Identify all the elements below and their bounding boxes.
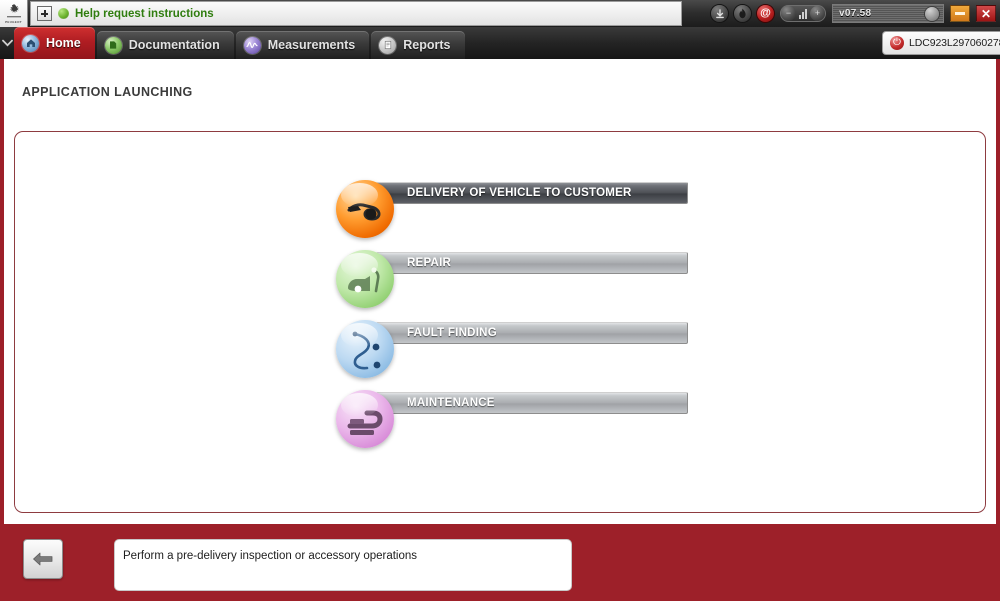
content-area: APPLICATION LAUNCHING DELIVERY OF VEHICL… <box>0 59 1000 524</box>
brand-caption: PEUGEOT <box>5 20 22 24</box>
menu-item-label: DELIVERY OF VEHICLE TO CUSTOMER <box>407 187 632 199</box>
volume-level-indicator <box>797 8 809 19</box>
version-gauge-icon <box>925 7 939 21</box>
menu-item-fault-finding[interactable]: FAULT FINDING <box>336 314 696 384</box>
document-icon <box>104 36 122 54</box>
menu-item-delivery-of-vehicle-to-customer[interactable]: DELIVERY OF VEHICLE TO CUSTOMER <box>336 174 696 244</box>
version-indicator: v07.58 <box>832 4 944 23</box>
vehicle-delivery-icon[interactable] <box>336 180 394 238</box>
minimize-button[interactable] <box>950 5 970 22</box>
menu-item-repair[interactable]: REPAIR <box>336 244 696 314</box>
menu-item-bar[interactable]: FAULT FINDING <box>376 322 688 344</box>
tab-label: Documentation <box>128 38 220 52</box>
download-icon[interactable] <box>711 5 728 22</box>
tab-home[interactable]: Home <box>14 27 95 59</box>
menu-item-label: MAINTENANCE <box>407 397 495 409</box>
power-icon[interactable]: ⏻ <box>890 36 904 50</box>
tab-label: Home <box>46 36 81 50</box>
tab-bar: Home Documentation Measurements Reports … <box>0 27 1000 59</box>
help-request-label: Help request instructions <box>75 7 214 20</box>
report-icon <box>379 36 397 54</box>
vin-label: LDC923L2970602787 <box>909 37 1000 49</box>
application-menu-list: DELIVERY OF VEHICLE TO CUSTOMER REPAIR F… <box>336 174 696 454</box>
tab-label: Reports <box>403 38 451 52</box>
tab-label: Measurements <box>267 38 356 52</box>
plus-box-icon[interactable] <box>37 6 52 21</box>
help-request-strip[interactable]: Help request instructions <box>30 1 682 26</box>
message-box: Perform a pre-delivery inspection or acc… <box>114 539 572 591</box>
menu-item-label: FAULT FINDING <box>407 327 497 339</box>
application-launch-panel: DELIVERY OF VEHICLE TO CUSTOMER REPAIR F… <box>14 131 986 513</box>
volume-up-button[interactable]: + <box>810 6 825 21</box>
menu-item-bar[interactable]: MAINTENANCE <box>376 392 688 414</box>
title-bar: PEUGEOT Help request instructions @ − + … <box>0 0 1000 27</box>
chevron-down-icon[interactable] <box>0 27 14 59</box>
menu-item-label: REPAIR <box>407 257 452 269</box>
menu-item-bar[interactable]: REPAIR <box>376 252 688 274</box>
maintenance-icon[interactable] <box>336 390 394 448</box>
menu-item-maintenance[interactable]: MAINTENANCE <box>336 384 696 454</box>
message-text: Perform a pre-delivery inspection or acc… <box>123 550 418 562</box>
peugeot-lion-logo: PEUGEOT <box>0 0 28 27</box>
back-arrow-icon[interactable] <box>23 539 63 579</box>
application-window: PEUGEOT Help request instructions @ − + … <box>0 0 1000 601</box>
footer-bar: Perform a pre-delivery inspection or acc… <box>0 524 1000 601</box>
repair-wrench-icon[interactable] <box>336 250 394 308</box>
volume-control[interactable]: − + <box>780 5 826 22</box>
at-sign-icon[interactable]: @ <box>757 5 774 22</box>
volume-down-button[interactable]: − <box>781 6 796 21</box>
close-button[interactable]: ✕ <box>976 5 996 22</box>
stethoscope-icon[interactable] <box>336 320 394 378</box>
tab-measurements[interactable]: Measurements <box>235 31 370 59</box>
menu-item-bar[interactable]: DELIVERY OF VEHICLE TO CUSTOMER <box>376 182 688 204</box>
version-label: v07.58 <box>839 8 872 19</box>
flame-icon[interactable] <box>734 5 751 22</box>
home-icon <box>22 34 39 52</box>
waveform-icon <box>243 36 261 54</box>
tab-reports[interactable]: Reports <box>371 31 465 59</box>
titlebar-toolbar: @ − + v07.58 ✕ <box>682 0 1000 27</box>
green-status-dot-icon <box>58 8 69 19</box>
page-title: APPLICATION LAUNCHING <box>22 85 193 99</box>
vehicle-vin-chip[interactable]: ⏻ LDC923L2970602787 <box>882 31 1000 55</box>
tab-documentation[interactable]: Documentation <box>96 31 234 59</box>
